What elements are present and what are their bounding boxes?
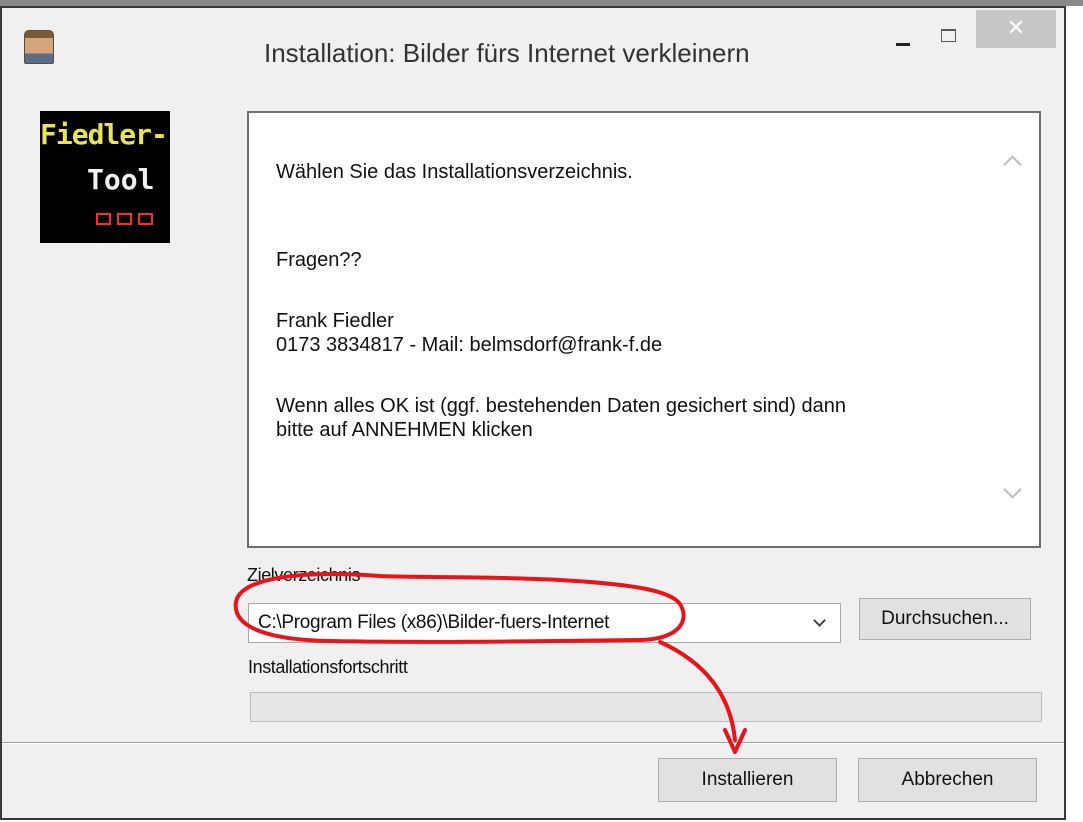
annotation-overlay [233, 572, 747, 754]
annotation-arrow [658, 640, 737, 742]
annotation-ellipse [233, 572, 686, 644]
